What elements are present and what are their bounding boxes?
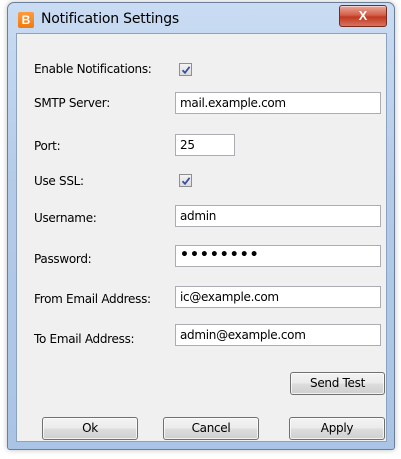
close-button[interactable]: X — [339, 5, 387, 27]
dialog-body: Enable Notifications: SMTP Server: mail.… — [16, 33, 387, 442]
password-input[interactable]: •••••••• — [175, 245, 381, 267]
ok-button[interactable]: Ok — [42, 417, 138, 440]
apply-button[interactable]: Apply — [289, 417, 385, 440]
app-icon: B — [18, 12, 34, 28]
to-email-label: To Email Address: — [34, 332, 135, 346]
from-email-label: From Email Address: — [34, 292, 151, 306]
username-label: Username: — [34, 211, 97, 225]
window-title: Notification Settings — [41, 11, 180, 27]
from-email-input[interactable]: ic@example.com — [175, 286, 381, 308]
checkmark-icon — [181, 177, 191, 186]
close-icon: X — [358, 8, 368, 23]
smtp-server-input[interactable]: mail.example.com — [175, 92, 381, 114]
cancel-button[interactable]: Cancel — [163, 417, 259, 440]
use-ssl-label: Use SSL: — [34, 174, 84, 188]
send-test-button[interactable]: Send Test — [290, 372, 385, 395]
enable-notifications-label: Enable Notifications: — [34, 62, 152, 76]
port-label: Port: — [34, 139, 61, 153]
username-input[interactable]: admin — [175, 205, 381, 227]
password-label: Password: — [34, 252, 92, 266]
use-ssl-checkbox[interactable] — [179, 174, 192, 187]
title-bar[interactable]: B Notification Settings X — [8, 3, 394, 33]
enable-notifications-checkbox[interactable] — [179, 63, 192, 76]
to-email-input[interactable]: admin@example.com — [175, 324, 381, 346]
checkmark-icon — [181, 66, 191, 75]
dialog-window: B Notification Settings X Enable Notific… — [7, 2, 395, 450]
smtp-server-label: SMTP Server: — [34, 96, 110, 110]
port-input[interactable]: 25 — [175, 134, 235, 156]
